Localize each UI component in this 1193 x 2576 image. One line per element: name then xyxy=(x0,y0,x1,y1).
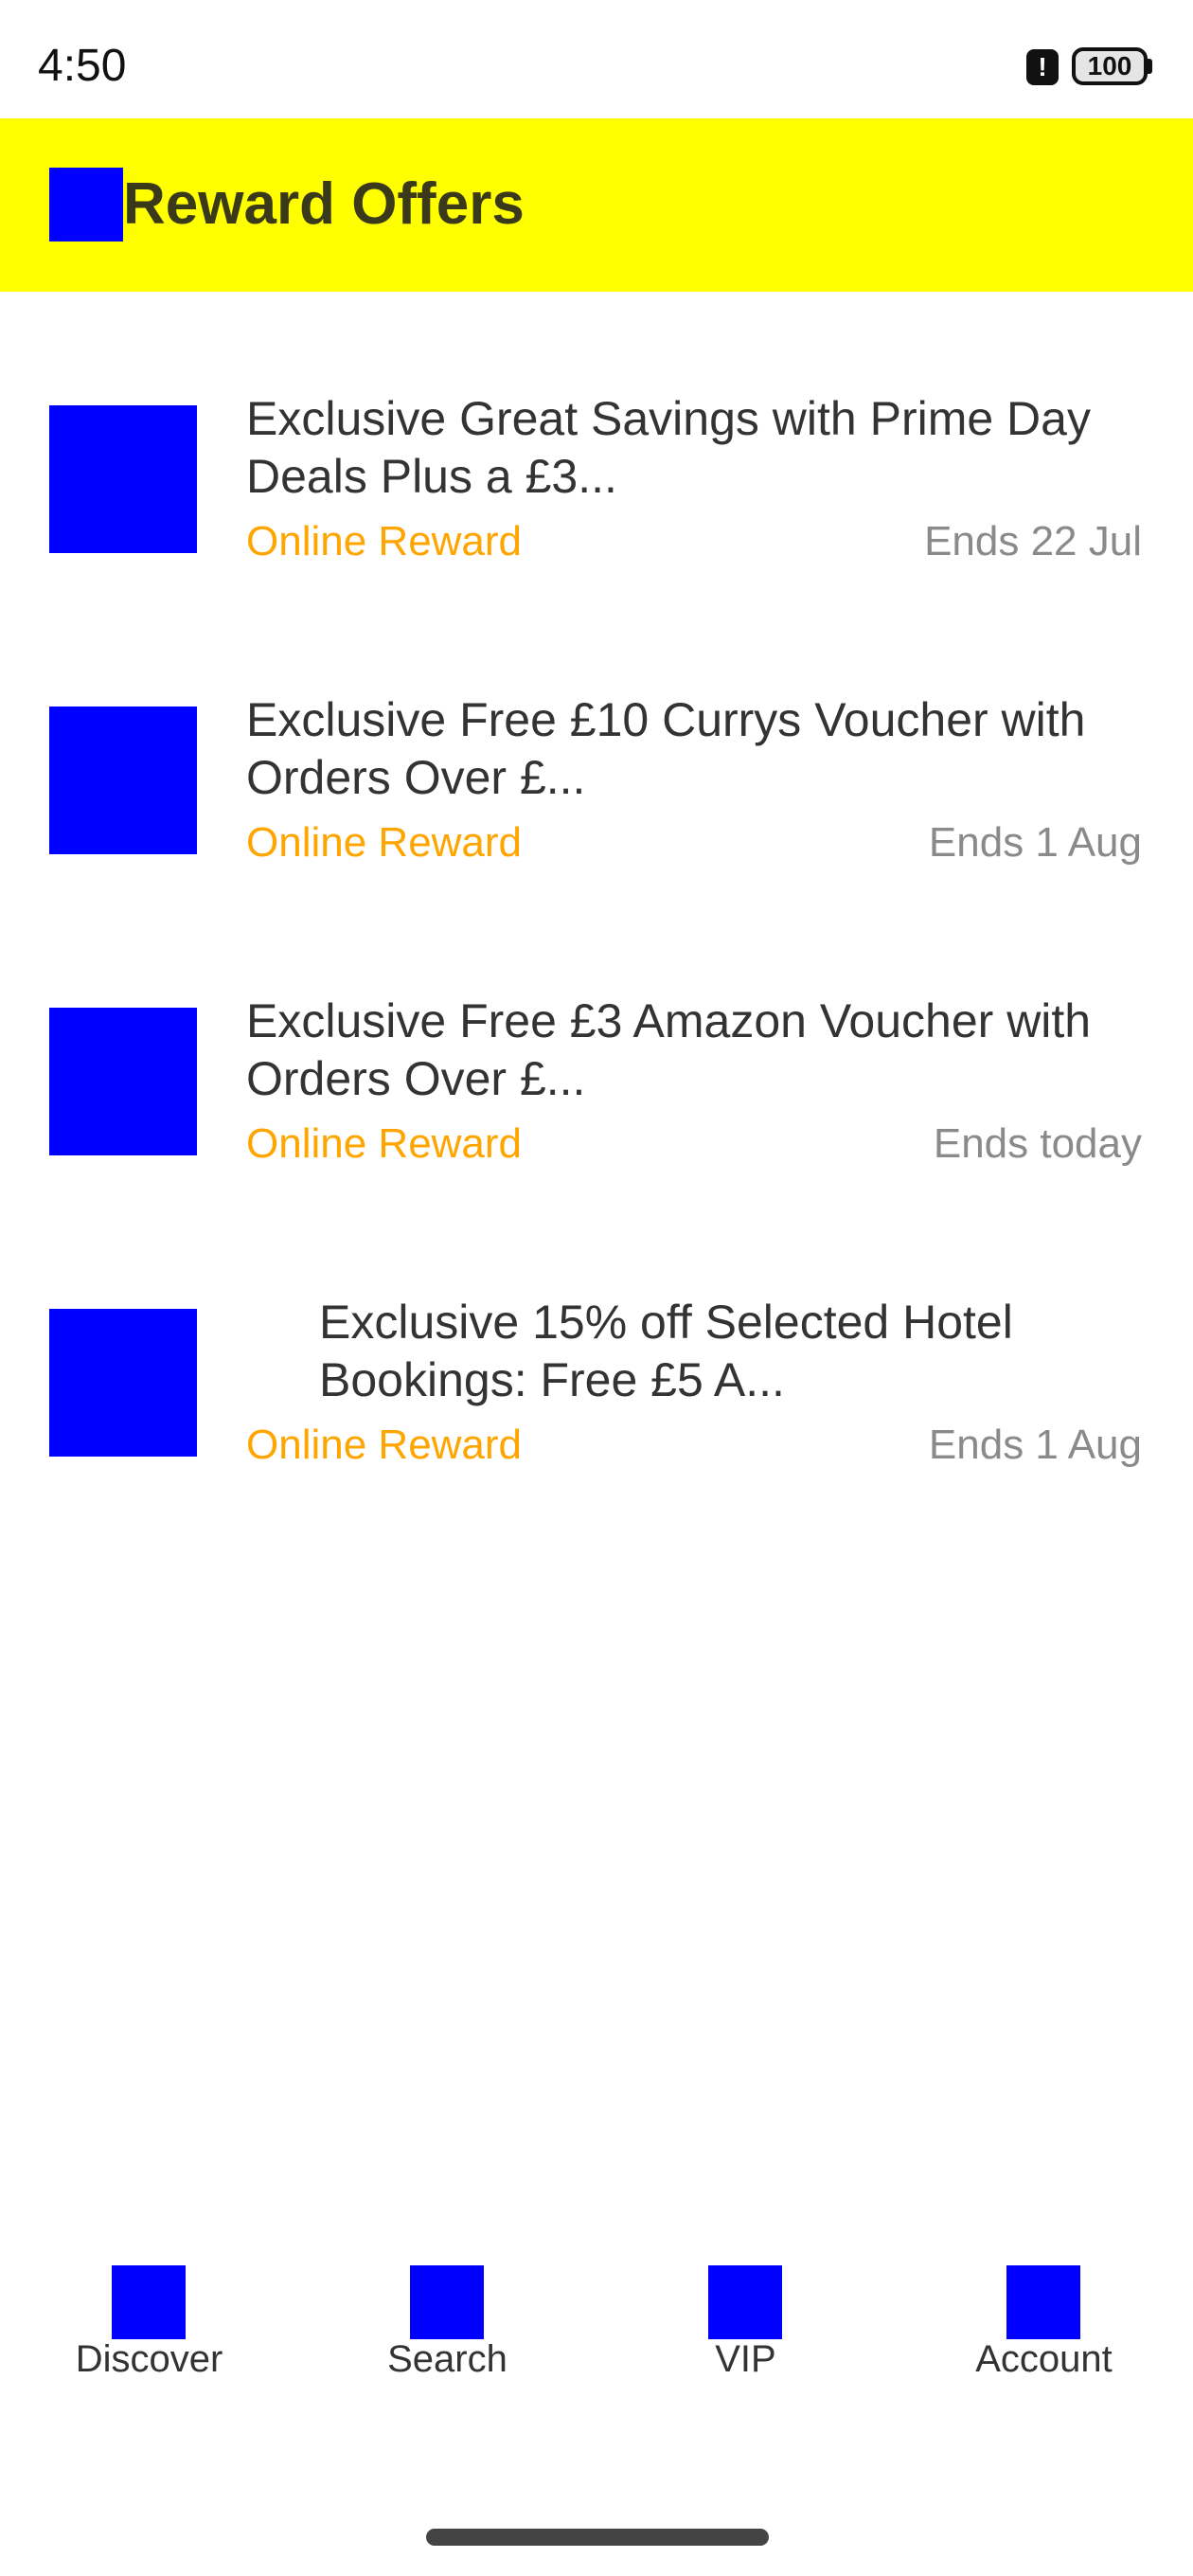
status-bar: 4:50 ! 100 xyxy=(0,0,1193,118)
nav-label: Account xyxy=(975,2338,1113,2380)
offer-type: Online Reward xyxy=(246,819,523,866)
nav-item-search[interactable]: Search xyxy=(298,2259,596,2391)
page-title: Reward Offers xyxy=(123,171,525,237)
offer-type: Online Reward xyxy=(246,518,523,564)
app-logo-icon xyxy=(49,168,123,242)
offer-thumbnail xyxy=(49,1309,197,1457)
offer-title: Exclusive Free £3 Amazon Voucher with Or… xyxy=(246,994,1092,1105)
offer-title: Exclusive Great Savings with Prime Day D… xyxy=(246,392,1091,503)
offer-title: Exclusive 15% off Selected Hotel Booking… xyxy=(319,1296,1013,1406)
search-icon xyxy=(410,2265,484,2339)
offer-item[interactable]: Exclusive Great Savings with Prime Day D… xyxy=(0,292,1193,593)
offer-item[interactable]: Exclusive Free £10 Currys Voucher with O… xyxy=(0,593,1193,894)
bottom-nav: Discover Search VIP Account xyxy=(0,2259,1193,2391)
nav-item-discover[interactable]: Discover xyxy=(0,2259,298,2391)
nav-label: Search xyxy=(387,2338,507,2380)
home-indicator[interactable] xyxy=(426,2529,769,2546)
nav-item-vip[interactable]: VIP xyxy=(596,2259,895,2391)
offer-end-date: Ends today xyxy=(933,1120,1142,1167)
battery-icon: 100 xyxy=(1072,47,1148,85)
status-time: 4:50 xyxy=(38,41,127,91)
offer-thumbnail xyxy=(49,707,197,854)
nav-label: VIP xyxy=(715,2338,776,2380)
discover-icon xyxy=(112,2265,186,2339)
offer-title: Exclusive Free £10 Currys Voucher with O… xyxy=(246,693,1086,804)
account-icon xyxy=(1006,2265,1080,2339)
offer-item[interactable]: Exclusive Free £3 Amazon Voucher with Or… xyxy=(0,894,1193,1195)
nav-label: Discover xyxy=(75,2338,223,2380)
offer-end-date: Ends 1 Aug xyxy=(928,819,1142,866)
offer-thumbnail xyxy=(49,405,197,553)
offer-item[interactable]: Exclusive 15% off Selected Hotel Booking… xyxy=(0,1195,1193,1496)
battery-tip xyxy=(1148,59,1152,74)
vip-icon xyxy=(708,2265,782,2339)
offer-end-date: Ends 1 Aug xyxy=(928,1422,1142,1468)
offer-thumbnail xyxy=(49,1008,197,1155)
offer-type: Online Reward xyxy=(246,1120,523,1167)
alert-icon: ! xyxy=(1026,49,1059,85)
app-header: Reward Offers xyxy=(0,118,1193,292)
nav-item-account[interactable]: Account xyxy=(895,2259,1193,2391)
offer-end-date: Ends 22 Jul xyxy=(924,518,1142,564)
battery-level: 100 xyxy=(1087,51,1132,80)
offer-type: Online Reward xyxy=(246,1422,523,1468)
